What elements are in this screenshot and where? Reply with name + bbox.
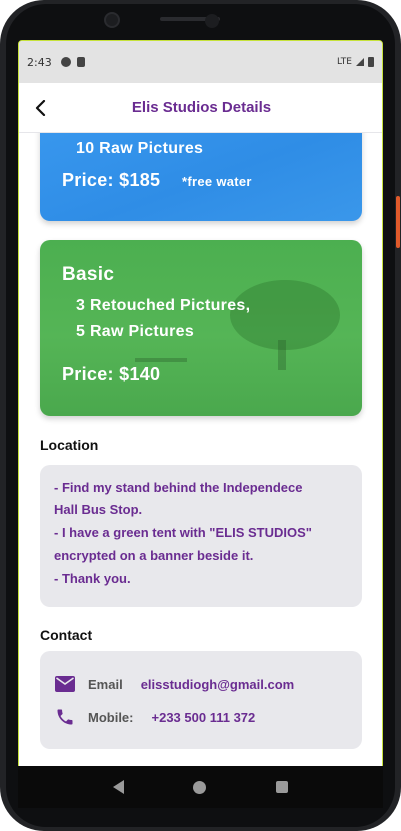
page-title: Elis Studios Details bbox=[131, 99, 272, 116]
front-camera bbox=[104, 12, 120, 28]
picnic-table bbox=[135, 358, 187, 362]
email-link[interactable]: elisstudiogh@gmail.com bbox=[141, 677, 295, 692]
location-line: - I have a green tent with "ELIS STUDIOS… bbox=[54, 525, 312, 540]
phone-label: Mobile: bbox=[88, 709, 134, 725]
package-feature: 5 Raw Pictures bbox=[76, 323, 195, 340]
location-line: encrypted on a banner beside it. bbox=[54, 548, 254, 563]
package-name: Basic bbox=[62, 264, 115, 285]
power-button bbox=[396, 196, 400, 248]
location-line: Hall Bus Stop. bbox=[54, 502, 143, 517]
contact-heading: Contact bbox=[40, 627, 93, 643]
phone-frame: 2:43 LTE Elis Studios Details 10 Raw Pic… bbox=[0, 0, 401, 831]
tree-trunk bbox=[278, 340, 286, 370]
nav-home-button[interactable] bbox=[193, 780, 207, 794]
package-feature: 3 Retouched Pictures, bbox=[76, 297, 251, 314]
phone-icon bbox=[54, 706, 76, 728]
location-line: - Thank you. bbox=[54, 571, 131, 586]
back-button[interactable] bbox=[31, 97, 51, 119]
phone-link[interactable]: +233 500 111 372 bbox=[152, 710, 256, 725]
package-card-basic: Basic 3 Retouched Pictures, 5 Raw Pictur… bbox=[40, 240, 362, 416]
app-screen: 2:43 LTE Elis Studios Details 10 Raw Pic… bbox=[18, 40, 383, 808]
location-line: - Find my stand behind the Independece bbox=[54, 480, 303, 495]
package-card-premium: 10 Raw Pictures Price: $185 *free water bbox=[40, 133, 362, 221]
network-label: LTE bbox=[337, 57, 352, 67]
mail-icon bbox=[54, 673, 76, 695]
signal-icon bbox=[356, 58, 364, 66]
email-label: Email bbox=[88, 676, 123, 692]
sd-card-icon bbox=[76, 57, 85, 67]
location-panel: - Find my stand behind the Independece H… bbox=[40, 465, 362, 607]
nav-recents-button[interactable] bbox=[276, 781, 289, 793]
sensor bbox=[205, 14, 219, 28]
email-row: Email elisstudiogh@gmail.com bbox=[54, 673, 294, 695]
sync-icon bbox=[60, 57, 71, 67]
system-nav-bar bbox=[18, 766, 383, 808]
nav-back-button[interactable] bbox=[112, 780, 124, 794]
location-heading: Location bbox=[40, 437, 99, 453]
status-right: LTE bbox=[337, 57, 374, 67]
package-price: Price: $140 bbox=[62, 364, 161, 384]
package-price: Price: $185 bbox=[62, 170, 161, 190]
status-time: 2:43 bbox=[27, 55, 52, 69]
details-scroll[interactable]: 10 Raw Pictures Price: $185 *free water … bbox=[19, 133, 382, 807]
package-feature: 10 Raw Pictures bbox=[76, 140, 204, 157]
phone-row: Mobile: +233 500 111 372 bbox=[54, 706, 255, 728]
arrow-back-icon bbox=[35, 100, 46, 116]
app-bar: Elis Studios Details bbox=[19, 83, 382, 133]
contact-panel: Email elisstudiogh@gmail.com Mobile: +23… bbox=[40, 651, 362, 749]
status-bar: 2:43 LTE bbox=[19, 41, 382, 83]
battery-icon bbox=[368, 57, 374, 67]
package-note: *free water bbox=[182, 174, 252, 189]
